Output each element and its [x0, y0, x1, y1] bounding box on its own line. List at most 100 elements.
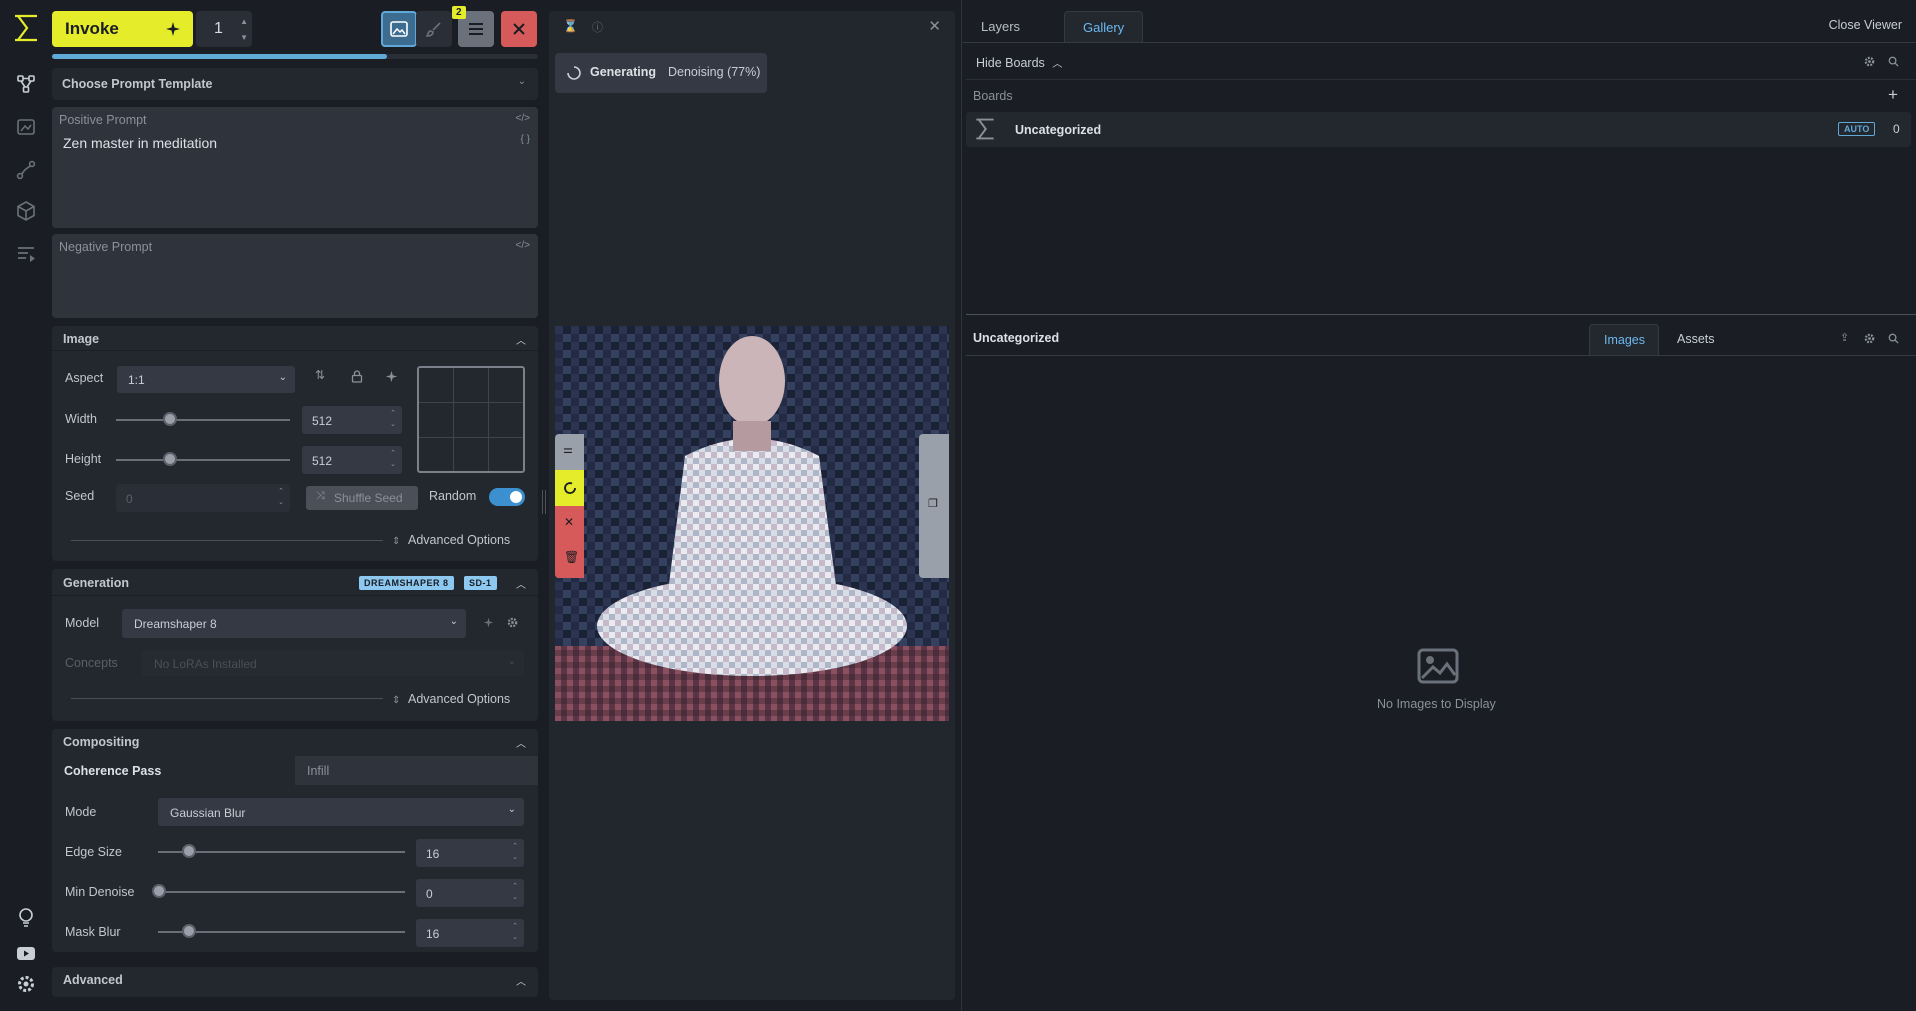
lightbulb-icon[interactable]: [15, 906, 37, 928]
swap-dimensions-icon[interactable]: ⇅: [315, 368, 325, 382]
mask-blur-slider-thumb[interactable]: [182, 924, 196, 938]
random-toggle[interactable]: [489, 488, 525, 506]
width-slider[interactable]: [116, 419, 290, 421]
models-icon[interactable]: [15, 200, 37, 222]
advanced-section-title: Advanced: [63, 973, 123, 987]
invoke-label: Invoke: [65, 19, 119, 38]
auto-badge: AUTO: [1838, 122, 1876, 136]
resize-handle[interactable]: [966, 314, 1916, 315]
cancel-button[interactable]: [501, 11, 537, 47]
shuffle-seed-button[interactable]: ⤨ Shuffle Seed: [306, 486, 418, 510]
search-icon[interactable]: [1888, 56, 1899, 67]
youtube-icon[interactable]: [15, 942, 37, 964]
hourglass-icon[interactable]: ⌛: [563, 19, 578, 33]
width-input[interactable]: 512 ⌃ ⌄: [302, 406, 402, 434]
lock-icon[interactable]: [351, 370, 363, 383]
edge-size-input[interactable]: 16 ⌃ ⌄: [416, 839, 524, 867]
gallery-title: Uncategorized: [973, 331, 1060, 345]
add-board-icon[interactable]: +: [1888, 85, 1898, 105]
workflow-icon[interactable]: [15, 159, 37, 181]
refresh-button[interactable]: [555, 470, 584, 506]
close-x-icon[interactable]: ✕: [564, 515, 574, 529]
height-slider-thumb[interactable]: [163, 452, 177, 466]
settings-gear-icon[interactable]: [15, 973, 37, 995]
decrement-icon[interactable]: ▼: [240, 33, 248, 42]
tab-assets[interactable]: Assets: [1677, 332, 1715, 346]
edge-size-slider-thumb[interactable]: [182, 844, 196, 858]
aspect-label: Aspect: [65, 371, 104, 385]
tab-coherence-pass[interactable]: Coherence Pass: [52, 756, 295, 785]
negative-prompt-label: Negative Prompt: [59, 240, 153, 254]
height-input[interactable]: 512 ⌃ ⌄: [302, 446, 402, 474]
negative-prompt-box[interactable]: Negative Prompt </>: [52, 234, 538, 318]
advanced-section-header[interactable]: Advanced ︿: [52, 967, 538, 997]
width-slider-thumb[interactable]: [163, 412, 177, 426]
curly-braces-icon[interactable]: { }: [521, 134, 530, 145]
trash-icon[interactable]: 🗑: [564, 550, 579, 564]
invoke-button[interactable]: Invoke: [52, 11, 193, 47]
sliders-icon[interactable]: ⚌: [563, 443, 573, 456]
gallery-toggle-tab[interactable]: ❐: [919, 434, 949, 578]
chevron-down-icon: ⌄: [507, 804, 516, 815]
concepts-select[interactable]: No LoRAs Installed ⌄: [142, 650, 524, 676]
model-name-badge: DREAMSHAPER 8: [359, 576, 454, 590]
tab-layers[interactable]: Layers: [963, 11, 1038, 42]
sparkle-icon[interactable]: [483, 617, 494, 628]
close-icon[interactable]: ✕: [928, 17, 941, 35]
model-select[interactable]: Dreamshaper 8 ⌄: [122, 609, 466, 638]
positive-prompt-input[interactable]: Zen master in meditation: [63, 135, 217, 151]
image-advanced-options-toggle[interactable]: ⇕ Advanced Options: [392, 532, 510, 547]
generation-advanced-options-toggle[interactable]: ⇕ Advanced Options: [392, 691, 510, 706]
compositing-section-header[interactable]: Compositing ︿: [52, 729, 538, 754]
min-denoise-slider[interactable]: [158, 891, 405, 893]
edge-size-value: 16: [426, 847, 440, 861]
mode-select[interactable]: Gaussian Blur ⌄: [158, 798, 524, 826]
sparkle-icon: [166, 22, 180, 36]
min-denoise-slider-thumb[interactable]: [152, 884, 166, 898]
upload-icon[interactable]: ⇪: [1840, 331, 1849, 344]
gear-icon[interactable]: [1864, 333, 1875, 344]
left-nav: [0, 0, 52, 1011]
invoke-logo-icon: [976, 118, 994, 140]
queue-icon[interactable]: [15, 243, 37, 265]
generation-section: Generation DREAMSHAPER 8 SD-1 ︿ Model Dr…: [52, 569, 538, 721]
brush-mode-button[interactable]: [416, 11, 452, 47]
aspect-select[interactable]: 1:1 ⌄: [117, 366, 295, 393]
tab-gallery[interactable]: Gallery: [1064, 11, 1144, 42]
invoke-logo-icon[interactable]: [13, 14, 39, 42]
right-panel: Layers Gallery Close Viewer Hide Boards …: [963, 0, 1916, 1011]
seed-input[interactable]: 0 ⌃ ⌄: [116, 484, 290, 512]
board-item-uncategorized[interactable]: Uncategorized AUTO 0: [966, 112, 1911, 147]
min-denoise-input[interactable]: 0 ⌃ ⌄: [416, 879, 524, 907]
chevron-down-icon: ⌄: [507, 656, 516, 667]
expand-icon: ⇕: [392, 695, 401, 706]
height-slider[interactable]: [116, 459, 290, 461]
close-viewer-button[interactable]: Close Viewer: [1829, 18, 1902, 32]
mask-blur-input[interactable]: 16 ⌃ ⌄: [416, 919, 524, 947]
generation-section-title: Generation: [63, 576, 129, 590]
sparkle-icon[interactable]: [385, 370, 398, 383]
gear-icon[interactable]: [1864, 56, 1875, 67]
aspect-value: 1:1: [128, 373, 145, 387]
image-mode-button[interactable]: [381, 11, 417, 47]
info-icon[interactable]: ⓘ: [592, 19, 603, 35]
increment-icon[interactable]: ▲: [240, 17, 248, 26]
hide-boards-button[interactable]: Hide Boards ︿: [976, 55, 1062, 70]
image-section-title: Image: [63, 332, 100, 346]
image-section-header[interactable]: Image ︿: [52, 326, 538, 351]
tab-infill[interactable]: Infill: [295, 756, 538, 785]
tab-images[interactable]: Images: [1589, 324, 1659, 355]
code-view-icon[interactable]: </>: [516, 240, 530, 251]
canvas-icon[interactable]: [15, 73, 37, 95]
gear-icon[interactable]: [507, 617, 518, 628]
generation-section-header[interactable]: Generation DREAMSHAPER 8 SD-1 ︿: [52, 569, 538, 596]
iterations-input[interactable]: 1 ▲ ▼: [196, 11, 252, 47]
paintbrush-icon: [426, 22, 441, 37]
upscale-icon[interactable]: [15, 116, 37, 138]
code-view-icon[interactable]: </>: [516, 113, 530, 124]
shuffle-seed-label: Shuffle Seed: [334, 491, 403, 505]
prompt-template-select[interactable]: Choose Prompt Template ⌄: [52, 68, 538, 100]
left-resize-handle[interactable]: [542, 490, 546, 514]
search-icon[interactable]: [1888, 333, 1899, 344]
chevron-down-icon: ⌄: [278, 372, 287, 383]
